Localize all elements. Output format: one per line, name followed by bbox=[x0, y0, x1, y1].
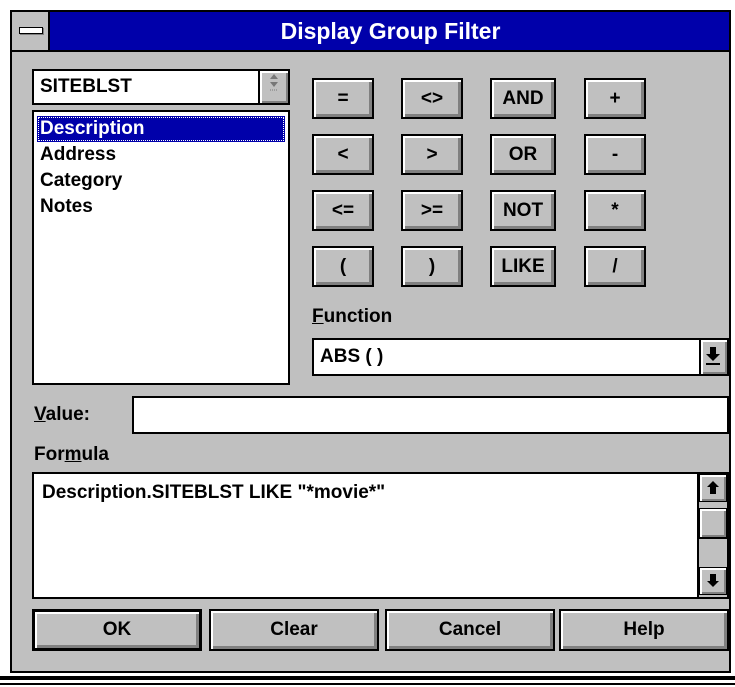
operator-button[interactable]: AND bbox=[490, 78, 556, 119]
operator-button[interactable]: ( bbox=[312, 246, 374, 287]
display-group-filter-dialog: Display Group Filter SITEBLST Descriptio… bbox=[10, 10, 731, 673]
operator-button[interactable]: OR bbox=[490, 134, 556, 175]
formula-label: Formula bbox=[34, 444, 109, 465]
cancel-button[interactable]: Cancel bbox=[385, 609, 555, 651]
operator-button[interactable]: <> bbox=[401, 78, 463, 119]
list-item[interactable]: Notes bbox=[37, 194, 285, 220]
value-label: Value: bbox=[34, 404, 90, 425]
table-combo[interactable]: SITEBLST bbox=[32, 69, 290, 105]
operator-button[interactable]: * bbox=[584, 190, 646, 231]
help-button[interactable]: Help bbox=[559, 609, 729, 651]
function-select-value: ABS ( ) bbox=[320, 346, 384, 367]
operator-button[interactable]: ) bbox=[401, 246, 463, 287]
formula-textarea[interactable]: Description.SITEBLST LIKE "*movie*" bbox=[32, 472, 729, 599]
background-rule-2 bbox=[0, 683, 735, 685]
clear-button[interactable]: Clear bbox=[209, 609, 379, 651]
window-title: Display Group Filter bbox=[280, 18, 501, 44]
scroll-thumb[interactable] bbox=[699, 508, 727, 538]
dropdown-arrow-icon[interactable] bbox=[699, 340, 727, 374]
function-select[interactable]: ABS ( ) bbox=[312, 338, 729, 376]
formula-scrollbar[interactable] bbox=[697, 474, 727, 597]
operator-button[interactable]: LIKE bbox=[490, 246, 556, 287]
operator-button[interactable]: - bbox=[584, 134, 646, 175]
function-label: Function bbox=[312, 306, 393, 327]
value-input[interactable] bbox=[132, 396, 729, 434]
scroll-down-arrow-icon[interactable] bbox=[699, 567, 727, 595]
operator-button[interactable]: >= bbox=[401, 190, 463, 231]
operator-button[interactable]: > bbox=[401, 134, 463, 175]
operator-button[interactable]: = bbox=[312, 78, 374, 119]
dropdown-arrow-icon[interactable] bbox=[258, 71, 288, 103]
operator-button[interactable]: <= bbox=[312, 190, 374, 231]
field-list[interactable]: Description Address Category Notes bbox=[32, 110, 290, 385]
formula-text: Description.SITEBLST LIKE "*movie*" bbox=[42, 482, 386, 503]
operator-button[interactable]: NOT bbox=[490, 190, 556, 231]
list-item[interactable]: Category bbox=[37, 168, 285, 194]
operator-button[interactable]: < bbox=[312, 134, 374, 175]
scroll-up-arrow-icon[interactable] bbox=[699, 474, 727, 502]
list-item[interactable]: Description bbox=[37, 116, 285, 142]
title-bar: Display Group Filter bbox=[12, 12, 729, 52]
operator-button[interactable]: + bbox=[584, 78, 646, 119]
list-item[interactable]: Address bbox=[37, 142, 285, 168]
table-combo-value: SITEBLST bbox=[40, 76, 132, 97]
system-menu-icon[interactable] bbox=[12, 12, 50, 50]
operator-button[interactable]: / bbox=[584, 246, 646, 287]
background-rule bbox=[0, 676, 735, 680]
ok-button[interactable]: OK bbox=[32, 609, 202, 651]
